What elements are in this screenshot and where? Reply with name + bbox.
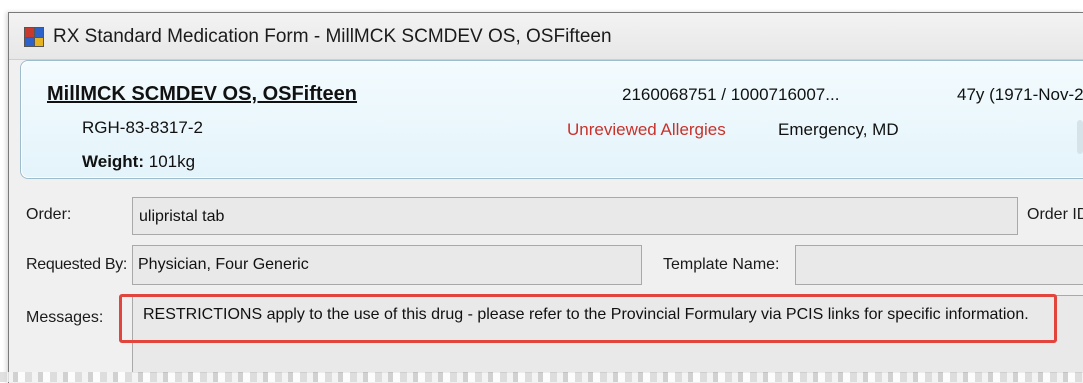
attending-physician: Emergency, MD [778,120,899,139]
weight-label: Weight: [82,152,145,171]
patient-ids: 2160068751 / 1000716007... [622,85,840,104]
requested-by-label: Requested By: [26,256,128,273]
patient-mrn: RGH-83-8317-2 [82,118,203,137]
window-title: RX Standard Medication Form - MillMCK SC… [53,26,612,47]
title-bar[interactable]: RX Standard Medication Form - MillMCK SC… [9,13,1083,60]
messages-label: Messages: [26,309,104,326]
torn-edge [0,372,1083,382]
app-icon [24,27,44,47]
allergy-status[interactable]: Unreviewed Allergies [567,120,726,140]
order-field[interactable]: ulipristal tab [132,197,1018,235]
order-id-label: Order ID [1027,206,1083,223]
patient-name[interactable]: MillMCK SCMDEV OS, OSFifteen [47,83,357,106]
patient-age: 47y (1971-Nov-2 [957,85,1083,104]
patient-weight: Weight: 101kg [82,152,195,172]
requested-by-field[interactable]: Physician, Four Generic [132,245,642,285]
order-label: Order: [26,206,72,223]
banner-scrollbar[interactable] [1077,120,1083,154]
template-name-field[interactable] [795,245,1083,285]
template-name-label: Template Name: [663,256,780,273]
restriction-highlight-box [119,294,1057,343]
weight-value: 101kg [148,152,196,171]
